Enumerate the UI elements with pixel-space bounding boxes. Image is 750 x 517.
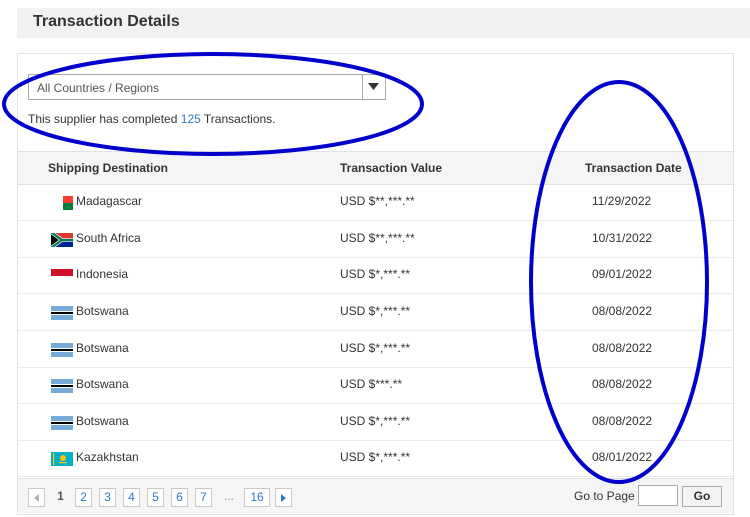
annotation-ellipse-filter	[2, 52, 424, 156]
annotation-ellipse-dates	[529, 80, 709, 484]
annotation-ellipses	[2, 52, 709, 484]
